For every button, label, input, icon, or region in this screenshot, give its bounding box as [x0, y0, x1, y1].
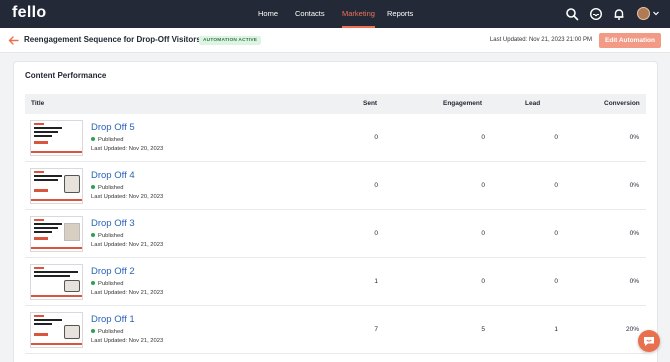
- content-performance-card: Content Performance Title Sent Engagemen…: [13, 61, 658, 362]
- nav-contacts[interactable]: Contacts: [295, 0, 325, 28]
- status-label: Published: [91, 329, 123, 335]
- email-thumbnail[interactable]: [30, 168, 83, 204]
- content-name-link[interactable]: Drop Off 3: [91, 218, 135, 229]
- table-header: Title Sent Engagement Lead Conversion: [25, 94, 646, 114]
- content-name-link[interactable]: Drop Off 4: [91, 170, 135, 181]
- nav-home[interactable]: Home: [258, 0, 278, 28]
- engagement-value: 0: [481, 182, 485, 189]
- lead-value: 0: [554, 230, 558, 237]
- lead-value: 0: [554, 182, 558, 189]
- email-thumbnail[interactable]: [30, 312, 83, 348]
- conversion-value: 0%: [629, 182, 639, 189]
- row-last-updated: Last Updated: Nov 20, 2023: [91, 146, 164, 152]
- table-row[interactable]: Drop Off 5 Published Last Updated: Nov 2…: [25, 114, 646, 162]
- page-header: Reengagement Sequence for Drop-Off Visit…: [0, 28, 670, 53]
- content-name-link[interactable]: Drop Off 5: [91, 122, 135, 133]
- status-label: Published: [91, 185, 123, 191]
- column-conversion: Conversion: [604, 100, 640, 107]
- sent-value: 0: [374, 230, 378, 237]
- published-dot-icon: [91, 281, 95, 286]
- lead-value: 1: [554, 326, 558, 333]
- content-name-link[interactable]: Drop Off 2: [91, 266, 135, 277]
- conversion-value: 0%: [629, 278, 639, 285]
- column-engagement: Engagement: [443, 100, 483, 107]
- sent-value: 0: [374, 182, 378, 189]
- chevron-down-icon[interactable]: [652, 9, 660, 17]
- table-row[interactable]: Drop Off 1 Published Last Updated: Nov 2…: [25, 306, 646, 354]
- avatar[interactable]: [637, 7, 650, 20]
- nav-marketing[interactable]: Marketing: [342, 0, 375, 28]
- top-nav: fello Home Contacts Marketing Reports: [0, 0, 670, 28]
- column-title: Title: [31, 100, 45, 107]
- fello-logo[interactable]: fello: [12, 4, 46, 22]
- email-thumbnail[interactable]: [30, 216, 83, 252]
- column-lead: Lead: [525, 100, 541, 107]
- table-row[interactable]: Drop Off 3 Published Last Updated: Nov 2…: [25, 210, 646, 258]
- conversion-value: 0%: [629, 134, 639, 141]
- conversion-value: 20%: [625, 326, 639, 333]
- sent-value: 7: [374, 326, 378, 333]
- table-row[interactable]: Drop Off 4 Published Last Updated: Nov 2…: [25, 162, 646, 210]
- status-label: Published: [91, 281, 123, 287]
- published-dot-icon: [91, 233, 95, 238]
- email-thumbnail[interactable]: [30, 120, 83, 156]
- back-arrow-icon[interactable]: [8, 35, 19, 46]
- published-dot-icon: [91, 137, 95, 142]
- status-badge: AUTOMATION ACTIVE: [199, 36, 262, 45]
- chat-icon: [644, 337, 654, 346]
- lead-value: 0: [554, 278, 558, 285]
- row-last-updated: Last Updated: Nov 21, 2023: [91, 338, 164, 344]
- bell-icon[interactable]: [612, 7, 626, 21]
- row-last-updated: Last Updated: Nov 21, 2023: [91, 290, 164, 296]
- sent-value: 1: [374, 278, 378, 285]
- card-title: Content Performance: [25, 71, 107, 80]
- lead-value: 0: [554, 134, 558, 141]
- content-name-link[interactable]: Drop Off 1: [91, 314, 135, 325]
- sent-value: 0: [374, 134, 378, 141]
- search-icon[interactable]: [565, 7, 579, 21]
- engagement-value: 5: [481, 326, 485, 333]
- column-sent: Sent: [363, 100, 378, 107]
- engagement-value: 0: [481, 230, 485, 237]
- status-label: Published: [91, 137, 123, 143]
- chat-widget-button[interactable]: [638, 330, 660, 352]
- last-updated-text: Last Updated: Nov 21, 2023 21:00 PM: [489, 37, 592, 43]
- engagement-value: 0: [481, 134, 485, 141]
- email-thumbnail[interactable]: [30, 264, 83, 300]
- page-title: Reengagement Sequence for Drop-Off Visit…: [24, 35, 201, 44]
- engagement-value: 0: [481, 278, 485, 285]
- conversion-value: 0%: [629, 230, 639, 237]
- table-row[interactable]: Drop Off 2 Published Last Updated: Nov 2…: [25, 258, 646, 306]
- published-dot-icon: [91, 329, 95, 334]
- row-last-updated: Last Updated: Nov 20, 2023: [91, 194, 164, 200]
- row-last-updated: Last Updated: Nov 21, 2023: [91, 242, 164, 248]
- edit-automation-button[interactable]: Edit Automation: [599, 33, 661, 48]
- nav-reports[interactable]: Reports: [387, 0, 413, 28]
- inbox-icon[interactable]: [589, 7, 603, 21]
- published-dot-icon: [91, 185, 95, 190]
- status-label: Published: [91, 233, 123, 239]
